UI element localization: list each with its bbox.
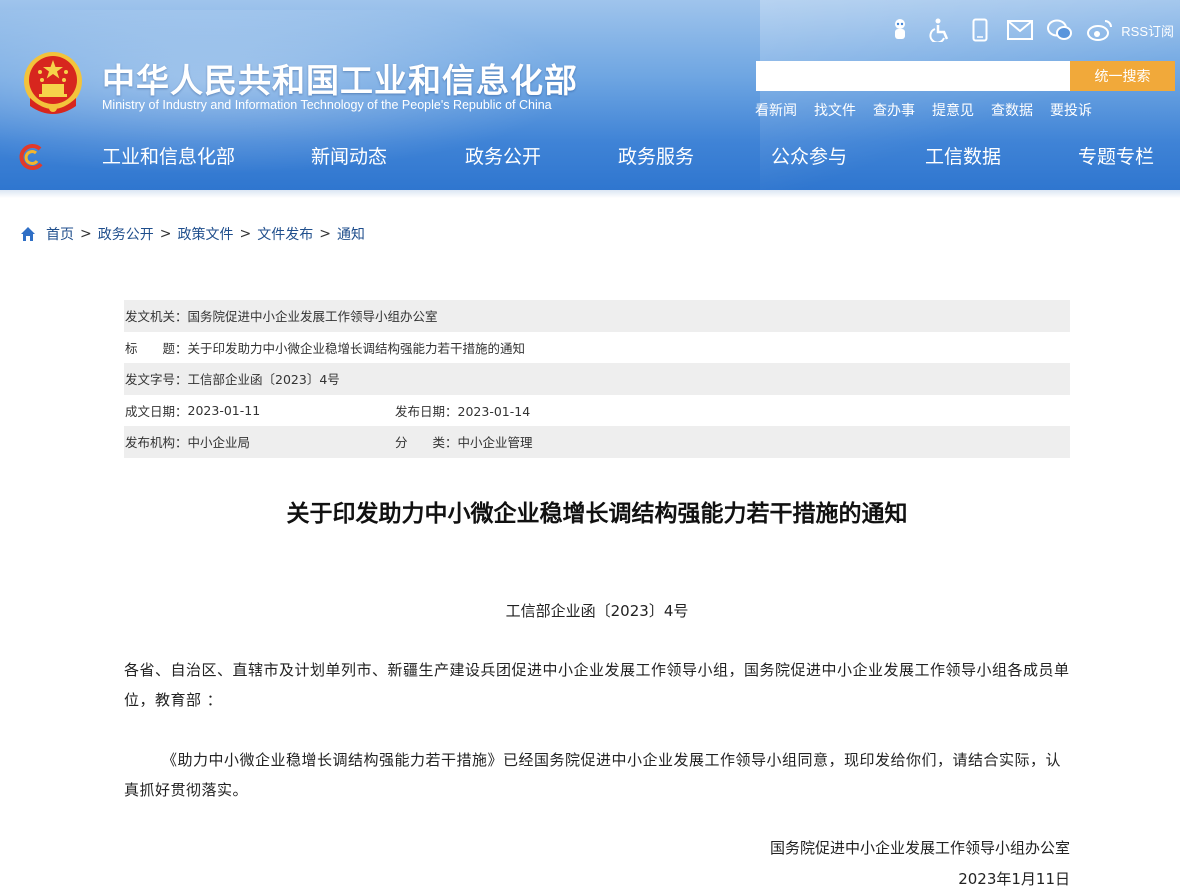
meta-published-date: 2023-01-14: [457, 403, 531, 419]
quick-link-complaint[interactable]: 要投诉: [1050, 100, 1092, 120]
breadcrumb-separator: >: [159, 226, 172, 242]
meta-row-org: 发布机构： 中小企业局 分 类：中小企业管理: [124, 426, 1070, 458]
breadcrumb-gov-affairs[interactable]: 政务公开: [98, 224, 154, 244]
meta-title: 关于印发助力中小微企业稳增长调结构强能力若干措施的通知: [187, 340, 526, 356]
breadcrumb-policy-docs[interactable]: 政策文件: [177, 224, 233, 244]
nav-item-gov-affairs[interactable]: 政务公开: [465, 142, 541, 169]
search-input[interactable]: [756, 61, 1070, 91]
meta-doc-number-label: 发文字号：: [125, 372, 188, 388]
meta-issuer: 国务院促进中小企业发展工作领导小组办公室: [187, 309, 438, 325]
meta-doc-number: 工信部企业函〔2023〕4号: [187, 372, 340, 388]
quick-links: 看新闻 找文件 查办事 提意见 查数据 要投诉: [755, 100, 1092, 120]
home-icon: [21, 227, 35, 241]
document-meta-table: 发文机关： 国务院促进中小企业发展工作领导小组办公室 标 题： 关于印发助力中小微企…: [124, 300, 1070, 458]
breadcrumb-home[interactable]: 首页: [46, 224, 74, 244]
wechat-icon[interactable]: [1047, 17, 1073, 43]
weibo-icon[interactable]: [1087, 17, 1113, 43]
accessibility-icon[interactable]: [927, 17, 953, 43]
nav-item-data[interactable]: 工信数据: [925, 142, 1001, 169]
breadcrumb-notice[interactable]: 通知: [337, 224, 365, 244]
meta-created-date: 2023-01-11: [187, 402, 261, 418]
article-title: 关于印发助力中小微企业稳增长调结构强能力若干措施的通知: [286, 501, 908, 527]
nav-item-public-participation[interactable]: 公众参与: [771, 142, 847, 169]
site-subtitle: Ministry of Industry and Information Tec…: [102, 98, 552, 112]
meta-title-label: 标 题：: [125, 340, 188, 356]
miit-logo-icon[interactable]: [18, 143, 46, 171]
meta-category-group: 分 类：中小企业管理: [395, 432, 533, 451]
article-signer: 国务院促进中小企业发展工作领导小组办公室: [769, 839, 1070, 857]
header-divider: [0, 190, 1180, 198]
nav-item-special-topics[interactable]: 专题专栏: [1078, 142, 1154, 169]
meta-created-label: 成文日期：: [125, 403, 188, 419]
nav-item-ministry[interactable]: 工业和信息化部: [102, 142, 235, 169]
article-date: 2023年1月11日: [958, 870, 1070, 888]
breadcrumb-separator: >: [80, 226, 92, 242]
meta-row-title: 标 题： 关于印发助力中小微企业稳增长调结构强能力若干措施的通知: [124, 332, 1070, 364]
mobile-icon[interactable]: [967, 17, 993, 43]
article-recipients: 各省、自治区、直辖市及计划单列市、新疆生产建设兵团促进中小企业发展工作领导小组，…: [124, 661, 1070, 709]
breadcrumb-separator: >: [239, 226, 252, 242]
quick-link-data[interactable]: 查数据: [991, 100, 1033, 120]
meta-issuer-label: 发文机关：: [125, 309, 188, 325]
meta-published-label: 发布日期：: [395, 403, 458, 419]
nav-item-gov-services[interactable]: 政务服务: [618, 142, 694, 169]
site-title: 中华人民共和国工业和信息化部: [102, 61, 578, 100]
meta-org-label: 发布机构：: [125, 435, 188, 451]
breadcrumb: 首页 > 政务公开 > 政策文件 > 文件发布 > 通知: [20, 224, 365, 244]
rss-link[interactable]: RSS订阅: [1121, 21, 1174, 40]
quick-link-documents[interactable]: 找文件: [814, 100, 856, 120]
site-header: 中华人民共和国工业和信息化部 Ministry of Industry and …: [0, 0, 1180, 190]
meta-category: 中小企业管理: [457, 435, 533, 451]
mail-icon[interactable]: [1007, 17, 1034, 43]
quick-link-news[interactable]: 看新闻: [755, 100, 797, 120]
robot-icon[interactable]: [887, 17, 913, 43]
meta-row-dates: 成文日期： 2023-01-11 发布日期：2023-01-14: [124, 395, 1070, 427]
meta-category-label: 分 类：: [395, 435, 458, 451]
meta-row-doc-number: 发文字号： 工信部企业函〔2023〕4号: [124, 363, 1070, 395]
meta-published-group: 发布日期：2023-01-14: [395, 401, 530, 420]
breadcrumb-doc-release[interactable]: 文件发布: [257, 224, 313, 244]
meta-row-issuer: 发文机关： 国务院促进中小企业发展工作领导小组办公室: [124, 300, 1070, 332]
article-doc-number: 工信部企业函〔2023〕4号: [505, 602, 689, 620]
nav-item-news[interactable]: 新闻动态: [311, 142, 387, 169]
article-body: 《助力中小微企业稳增长调结构强能力若干措施》已经国务院促进中小企业发展工作领导小…: [124, 751, 1062, 799]
national-emblem-icon: [24, 52, 82, 114]
main-nav: 工业和信息化部 新闻动态 政务公开 政务服务 公众参与 工信数据 专题专栏: [0, 130, 1180, 182]
quick-link-feedback[interactable]: 提意见: [932, 100, 974, 120]
breadcrumb-separator: >: [319, 226, 331, 242]
quick-link-services[interactable]: 查办事: [873, 100, 915, 120]
top-utility-icons: RSS订阅: [887, 16, 1174, 44]
search-button[interactable]: 统一搜索: [1070, 61, 1175, 91]
meta-org: 中小企业局: [187, 435, 251, 451]
